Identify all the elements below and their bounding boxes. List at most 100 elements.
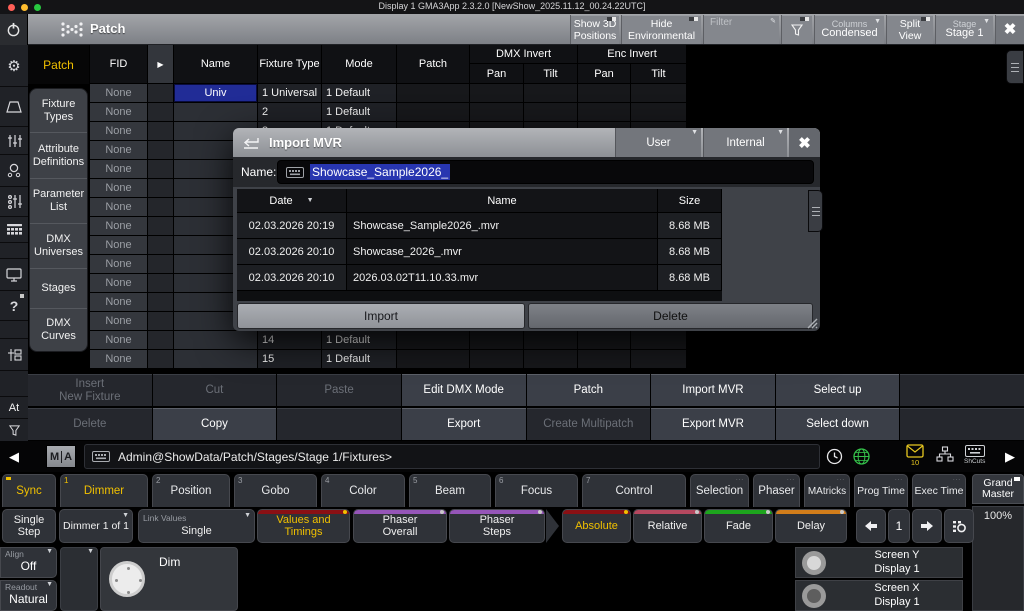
stage-selector[interactable]: Stage ▼ Stage 1: [935, 15, 993, 44]
cell-fid[interactable]: None: [90, 236, 148, 255]
presets-button[interactable]: [0, 187, 28, 217]
power-button[interactable]: [0, 14, 28, 45]
column-header-dmx-pan[interactable]: Pan: [470, 64, 524, 84]
cell-enc-invert-pan[interactable]: [578, 84, 631, 103]
mode-fade[interactable]: Fade: [704, 509, 773, 543]
action-button[interactable]: Patch: [527, 374, 651, 406]
cell-fid[interactable]: None: [90, 198, 148, 217]
filter-funnel-button[interactable]: [781, 15, 812, 44]
cell-fid[interactable]: None: [90, 103, 148, 122]
action-button[interactable]: Import MVR: [651, 374, 775, 406]
file-size[interactable]: 8.68 MB: [658, 239, 722, 265]
command-history-back-button[interactable]: ◀: [0, 441, 28, 472]
cell-dmx-invert-tilt[interactable]: [524, 103, 578, 122]
cell-mode[interactable]: 1 Default: [322, 103, 397, 122]
dimmer-encoder[interactable]: Dim: [100, 547, 238, 611]
cell-expand[interactable]: [148, 274, 174, 293]
knob-icon[interactable]: [802, 551, 826, 575]
selection-button[interactable]: ∙∙∙ Selection: [690, 474, 749, 507]
dialog-scrollbar-grip[interactable]: [808, 190, 823, 232]
tab-color[interactable]: 4 Color: [321, 474, 405, 507]
cell-fid[interactable]: None: [90, 350, 148, 369]
file-name[interactable]: Showcase_2026_.mvr: [347, 239, 658, 265]
dialog-titlebar[interactable]: Import MVR User ▼ Internal ▼ ✖: [233, 128, 820, 157]
column-header-name[interactable]: Name: [174, 45, 258, 84]
column-header-patch[interactable]: Patch: [397, 45, 470, 84]
table-row[interactable]: None 2 1 Default: [90, 103, 687, 122]
cell-dmx-invert-tilt[interactable]: [524, 350, 578, 369]
ma-logo[interactable]: MA: [46, 445, 76, 468]
column-header-enc-invert[interactable]: Enc Invert: [578, 45, 687, 64]
cell-enc-invert-tilt[interactable]: [631, 331, 687, 350]
readout-selector[interactable]: Readout ▼ Natural: [0, 580, 57, 611]
cell-name[interactable]: [174, 103, 258, 122]
action-button[interactable]: Delete: [28, 408, 152, 440]
cell-fid[interactable]: None: [90, 217, 148, 236]
column-header-dmx-tilt[interactable]: Tilt: [524, 64, 578, 84]
cell-expand[interactable]: [148, 103, 174, 122]
cell-enc-invert-pan[interactable]: [578, 350, 631, 369]
action-button[interactable]: [277, 408, 401, 440]
cell-patch[interactable]: [397, 331, 470, 350]
command-history-forward-button[interactable]: ▶: [998, 441, 1022, 472]
prog-time-button[interactable]: ∙∙∙ Prog Time: [854, 474, 908, 507]
split-view-button[interactable]: Split View: [886, 15, 933, 44]
cell-name[interactable]: Univ: [174, 84, 258, 103]
hide-environmental-button[interactable]: Hide Environmental: [621, 15, 701, 44]
cell-fid[interactable]: None: [90, 255, 148, 274]
action-button[interactable]: [900, 408, 1024, 440]
tab-internal[interactable]: Internal ▼: [703, 128, 787, 157]
dialog-close-button[interactable]: ✖: [789, 128, 820, 157]
tab-beam[interactable]: 5 Beam: [409, 474, 491, 507]
column-header-filename[interactable]: Name: [347, 189, 658, 213]
cell-expand[interactable]: [148, 255, 174, 274]
at-button[interactable]: At: [0, 397, 28, 419]
cell-fid[interactable]: None: [90, 274, 148, 293]
file-row[interactable]: 02.03.2026 20:19 Showcase_Sample2026_.mv…: [237, 213, 722, 239]
cell-patch[interactable]: [397, 350, 470, 369]
cell-expand[interactable]: [148, 179, 174, 198]
cell-dmx-invert-pan[interactable]: [470, 84, 524, 103]
tab-position[interactable]: 2 Position: [152, 474, 230, 507]
filter-tool-button[interactable]: [0, 419, 28, 441]
matricks-button[interactable]: ∙∙∙ MAtricks: [804, 474, 850, 507]
cell-fid[interactable]: None: [90, 122, 148, 141]
messages-button[interactable]: 10: [906, 444, 924, 467]
file-size[interactable]: 8.68 MB: [658, 213, 722, 239]
file-date[interactable]: 02.03.2026 20:10: [237, 265, 347, 291]
keypad-button[interactable]: [0, 217, 28, 243]
cell-dmx-invert-tilt[interactable]: [524, 84, 578, 103]
cell-expand[interactable]: [148, 350, 174, 369]
mode-delay[interactable]: Delay: [775, 509, 847, 543]
layer-values-timings[interactable]: Values and Timings: [257, 509, 350, 543]
patch-window-titlebar[interactable]: Patch Show 3D Positions Hide Environment…: [28, 14, 1024, 45]
cell-fid[interactable]: None: [90, 179, 148, 198]
cell-expand[interactable]: [148, 198, 174, 217]
settings-button[interactable]: ⚙: [0, 45, 28, 87]
file-name[interactable]: Showcase_Sample2026_.mvr: [347, 213, 658, 239]
action-button[interactable]: Cut: [153, 374, 277, 406]
layer-phaser-overall[interactable]: Phaser Overall: [353, 509, 447, 543]
dimmer-page-selector[interactable]: ▼ Dimmer 1 of 1: [59, 509, 133, 543]
cell-expand[interactable]: [148, 236, 174, 255]
cell-dmx-invert-pan[interactable]: [470, 331, 524, 350]
tab-user[interactable]: User ▼: [615, 128, 701, 157]
sync-button[interactable]: Sync: [2, 474, 56, 507]
single-step-button[interactable]: Single Step: [2, 509, 56, 543]
cell-fixture-type[interactable]: 1 Universal: [258, 84, 322, 103]
knob-icon[interactable]: [802, 584, 826, 608]
grand-master-fader[interactable]: 100%: [972, 506, 1024, 611]
cell-fixture-type[interactable]: 15: [258, 350, 322, 369]
cell-enc-invert-pan[interactable]: [578, 103, 631, 122]
cell-expand[interactable]: [148, 122, 174, 141]
cell-expand[interactable]: [148, 312, 174, 331]
table-row[interactable]: None 14 1 Default: [90, 331, 687, 350]
action-button[interactable]: Create Multipatch: [527, 408, 651, 440]
tab-stages[interactable]: Stages: [30, 269, 87, 309]
cell-name[interactable]: [174, 350, 258, 369]
resize-handle[interactable]: [804, 315, 818, 329]
step-number-field[interactable]: 1: [888, 509, 910, 543]
cell-expand[interactable]: [148, 293, 174, 312]
action-button[interactable]: Export MVR: [651, 408, 775, 440]
cell-fid[interactable]: None: [90, 312, 148, 331]
